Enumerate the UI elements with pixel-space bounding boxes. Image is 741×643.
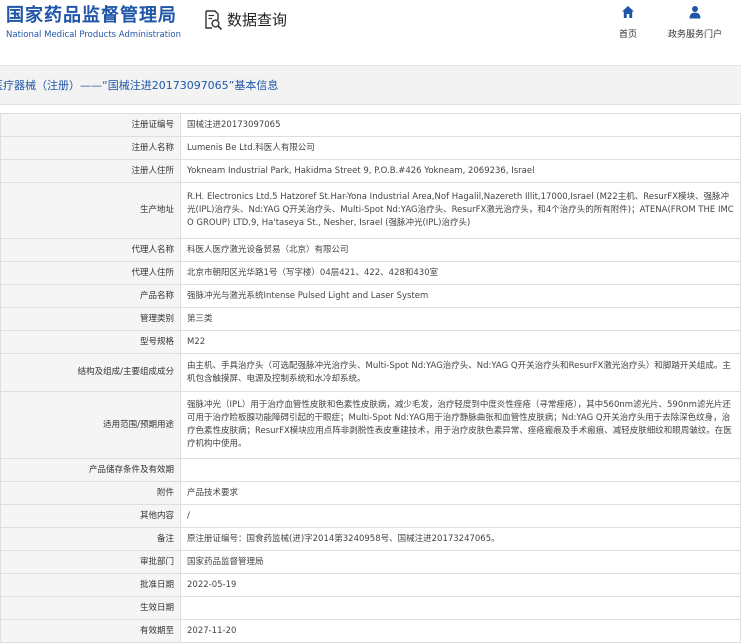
- header-gap: [0, 58, 741, 65]
- page-title: 医疗器械（注册）——“国械注进20173097065”基本信息: [0, 79, 279, 92]
- row-value: 北京市朝阳区光华路1号（写字楼）04层421、422、428和430室: [180, 261, 741, 285]
- row-label: 生产地址: [0, 182, 181, 239]
- row-value: 原注册证编号：国食药监械(进)字2014第3240958号、国械注进201732…: [180, 527, 741, 551]
- row-value: 2027-11-20: [180, 619, 741, 643]
- row-value: 第三类: [180, 307, 741, 331]
- row-value: [180, 458, 741, 482]
- site-logo[interactable]: 国家药品监督管理局 National Medical Products Admi…: [6, 5, 181, 41]
- row-label: 备注: [0, 527, 181, 551]
- table-row: 管理类别 第三类: [0, 307, 741, 331]
- nav-home-label: 首页: [619, 30, 638, 40]
- row-label: 生效日期: [0, 596, 181, 620]
- info-table-body: 注册证编号 国械注进20173097065 注册人名称 Lumenis Be Ltd.…: [0, 113, 741, 643]
- table-row: 生产地址 R.H. Electronics Ltd.5 Hatzoref St.H…: [0, 182, 741, 239]
- row-value: 科医人医疗激光设备贸易（北京）有限公司: [180, 238, 741, 262]
- row-label: 审批部门: [0, 550, 181, 574]
- table-row: 批准日期 2022-05-19: [0, 573, 741, 597]
- table-row: 注册证编号 国械注进20173097065: [0, 113, 741, 137]
- row-value: 由主机、手具治疗头（可选配强脉冲光治疗头、Multi-Spot Nd:YAG治疗…: [180, 353, 741, 392]
- row-value: Yokneam Industrial Park, Hakidma Street …: [180, 159, 741, 183]
- row-label: 其他内容: [0, 504, 181, 528]
- user-icon: [688, 4, 702, 23]
- row-value: /: [180, 504, 741, 528]
- table-row: 代理人名称 科医人医疗激光设备贸易（北京）有限公司: [0, 238, 741, 262]
- table-row: 代理人住所 北京市朝阳区光华路1号（写字楼）04层421、422、428和430室: [0, 261, 741, 285]
- data-query-title: 数据查询: [227, 11, 288, 29]
- table-row: 生效日期: [0, 596, 741, 620]
- row-label: 管理类别: [0, 307, 181, 331]
- title-spacer: [0, 105, 741, 113]
- table-row: 有效期至 2027-11-20: [0, 619, 741, 643]
- row-value: 国家药品监督管理局: [180, 550, 741, 574]
- row-value: M22: [180, 330, 741, 354]
- table-row: 附件 产品技术要求: [0, 481, 741, 505]
- row-label: 结构及组成/主要组成成分: [0, 353, 181, 392]
- row-label: 型号规格: [0, 330, 181, 354]
- row-value: 产品技术要求: [180, 481, 741, 505]
- data-query-section: 数据查询: [203, 9, 287, 30]
- row-label: 代理人住所: [0, 261, 181, 285]
- brand-name-en: National Medical Products Administration: [6, 30, 181, 40]
- row-label: 代理人名称: [0, 238, 181, 262]
- table-row: 审批部门 国家药品监督管理局: [0, 550, 741, 574]
- row-value: 国械注进20173097065: [180, 113, 741, 137]
- row-value: R.H. Electronics Ltd.5 Hatzoref St.Har-Y…: [180, 182, 741, 239]
- row-label: 附件: [0, 481, 181, 505]
- site-header: 国家药品监督管理局 National Medical Products Admi…: [0, 0, 741, 58]
- info-table: 注册证编号 国械注进20173097065 注册人名称 Lumenis Be Ltd.…: [0, 113, 741, 643]
- table-row: 其他内容 /: [0, 504, 741, 528]
- table-row: 结构及组成/主要组成成分 由主机、手具治疗头（可选配强脉冲光治疗头、Multi-S…: [0, 353, 741, 392]
- table-row: 产品储存条件及有效期: [0, 458, 741, 482]
- row-label: 有效期至: [0, 619, 181, 643]
- row-label: 注册证编号: [0, 113, 181, 137]
- row-label: 产品储存条件及有效期: [0, 458, 181, 482]
- row-label: 注册人名称: [0, 136, 181, 160]
- row-label: 注册人住所: [0, 159, 181, 183]
- nav-service-portal-label: 政务服务门户: [668, 30, 723, 40]
- row-value: 强脉冲光与激光系统Intense Pulsed Light and Laser …: [180, 284, 741, 308]
- table-row: 型号规格 M22: [0, 330, 741, 354]
- nav-home[interactable]: 首页: [619, 4, 637, 40]
- title-bar: 医疗器械（注册）——“国械注进20173097065”基本信息: [0, 65, 741, 105]
- table-row: 适用范围/预期用途 强脉冲光（IPL）用于治疗血管性皮肤和色素性皮肤病，减少毛发，…: [0, 391, 741, 459]
- row-label: 产品名称: [0, 284, 181, 308]
- table-row: 备注 原注册证编号：国食药监械(进)字2014第3240958号、国械注进2017…: [0, 527, 741, 551]
- brand-name-cn: 国家药品监督管理局: [6, 5, 177, 26]
- nav-service-portal[interactable]: 政务服务门户: [668, 4, 722, 40]
- row-value: Lumenis Be Ltd.科医人有限公司: [180, 136, 741, 160]
- table-row: 注册人住所 Yokneam Industrial Park, Hakidma St…: [0, 159, 741, 183]
- home-icon: [621, 4, 635, 23]
- row-label: 批准日期: [0, 573, 181, 597]
- search-document-icon: [203, 9, 223, 30]
- table-row: 产品名称 强脉冲光与激光系统Intense Pulsed Light and La…: [0, 284, 741, 308]
- row-value: 2022-05-19: [180, 573, 741, 597]
- row-value: [180, 596, 741, 620]
- table-row: 注册人名称 Lumenis Be Ltd.科医人有限公司: [0, 136, 741, 160]
- row-label: 适用范围/预期用途: [0, 391, 181, 459]
- row-value: 强脉冲光（IPL）用于治疗血管性皮肤和色素性皮肤病，减少毛发，治疗轻度到中度炎性…: [180, 391, 741, 459]
